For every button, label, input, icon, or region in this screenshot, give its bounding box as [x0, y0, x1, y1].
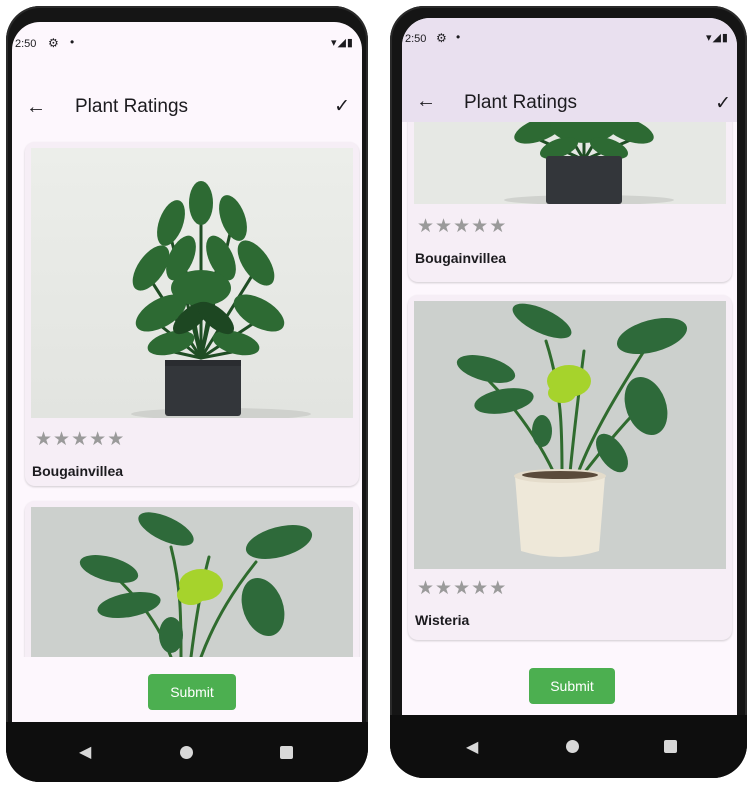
star-icon[interactable]: ★ — [89, 428, 107, 451]
back-arrow-icon[interactable]: ← — [26, 96, 46, 119]
plant-image — [414, 301, 726, 569]
plant-list[interactable]: ★★★★★ Bougainvillea — [12, 138, 362, 657]
plant-image — [31, 148, 353, 418]
app-screen-right: ★★★★★ Bougainvillea ★★★★★ Wisteria 2:50 … — [402, 18, 737, 715]
nav-home-icon[interactable] — [566, 740, 579, 753]
phone-frame-left: 2:50 ⚙ • ▾◢▮ ← Plant Ratings ✓ ★★★★★ Bou… — [6, 6, 368, 782]
rating-stars: ★★★★★ — [417, 577, 507, 600]
plant-card: ★★★★★ Bougainvillea — [408, 122, 732, 282]
star-icon[interactable]: ★ — [471, 577, 489, 600]
notification-dot-icon: • — [456, 30, 461, 44]
star-icon[interactable]: ★ — [417, 215, 435, 238]
rating-stars: ★★★★★ — [35, 428, 125, 451]
star-icon[interactable]: ★ — [435, 215, 453, 238]
star-icon[interactable]: ★ — [453, 577, 471, 600]
nav-back-icon[interactable]: ◀ — [466, 737, 478, 757]
system-nav-bar: ◀ — [6, 722, 368, 782]
submit-button[interactable]: Submit — [148, 674, 236, 710]
submit-button[interactable]: Submit — [529, 668, 615, 704]
settings-status-icon: ⚙ — [48, 36, 59, 50]
system-nav-bar: ◀ — [390, 715, 747, 778]
plant-name: Bougainvillea — [415, 250, 507, 266]
plant-image — [31, 507, 353, 657]
app-bar: ← Plant Ratings ✓ — [12, 60, 362, 138]
star-icon[interactable]: ★ — [417, 577, 435, 600]
nav-back-icon[interactable]: ◀ — [79, 742, 91, 762]
nav-home-icon[interactable] — [180, 746, 193, 759]
nav-recents-icon[interactable] — [280, 746, 293, 759]
status-time: 2:50 — [15, 38, 37, 50]
star-icon[interactable]: ★ — [107, 428, 125, 451]
check-icon[interactable]: ✓ — [715, 92, 731, 115]
app-bar: 2:50 ⚙ • ▾◢▮ ← Plant Ratings ✓ — [402, 18, 737, 122]
plant-card — [25, 501, 359, 657]
app-screen-left: 2:50 ⚙ • ▾◢▮ ← Plant Ratings ✓ ★★★★★ Bou… — [12, 22, 362, 722]
back-arrow-icon[interactable]: ← — [416, 90, 436, 113]
plant-card: ★★★★★ Wisteria — [408, 295, 732, 640]
page-title: Plant Ratings — [464, 92, 578, 113]
signal-battery-icons: ▾◢▮ — [330, 37, 354, 49]
status-bar: 2:50 ⚙ • ▾◢▮ — [402, 18, 737, 56]
plant-card: ★★★★★ Bougainvillea — [25, 142, 359, 486]
nav-recents-icon[interactable] — [664, 740, 677, 753]
star-icon[interactable]: ★ — [53, 428, 71, 451]
check-icon[interactable]: ✓ — [334, 95, 350, 118]
star-icon[interactable]: ★ — [489, 577, 507, 600]
phone-frame-right: ★★★★★ Bougainvillea ★★★★★ Wisteria 2:50 … — [390, 6, 747, 778]
star-icon[interactable]: ★ — [471, 215, 489, 238]
page-title: Plant Ratings — [75, 96, 189, 117]
star-icon[interactable]: ★ — [453, 215, 471, 238]
star-icon[interactable]: ★ — [35, 428, 53, 451]
plant-image — [414, 122, 726, 204]
plant-list[interactable]: ★★★★★ Bougainvillea — [402, 122, 737, 667]
signal-battery-icons: ▾◢▮ — [705, 32, 729, 44]
plant-name: Bougainvillea — [32, 463, 124, 479]
star-icon[interactable]: ★ — [71, 428, 89, 451]
plant-name: Wisteria — [415, 612, 470, 628]
status-bar: 2:50 ⚙ • ▾◢▮ — [12, 22, 362, 60]
notification-dot-icon: • — [70, 35, 75, 49]
rating-stars: ★★★★★ — [417, 215, 507, 238]
star-icon[interactable]: ★ — [489, 215, 507, 238]
settings-status-icon: ⚙ — [436, 31, 447, 45]
star-icon[interactable]: ★ — [435, 577, 453, 600]
status-time: 2:50 — [405, 33, 427, 45]
